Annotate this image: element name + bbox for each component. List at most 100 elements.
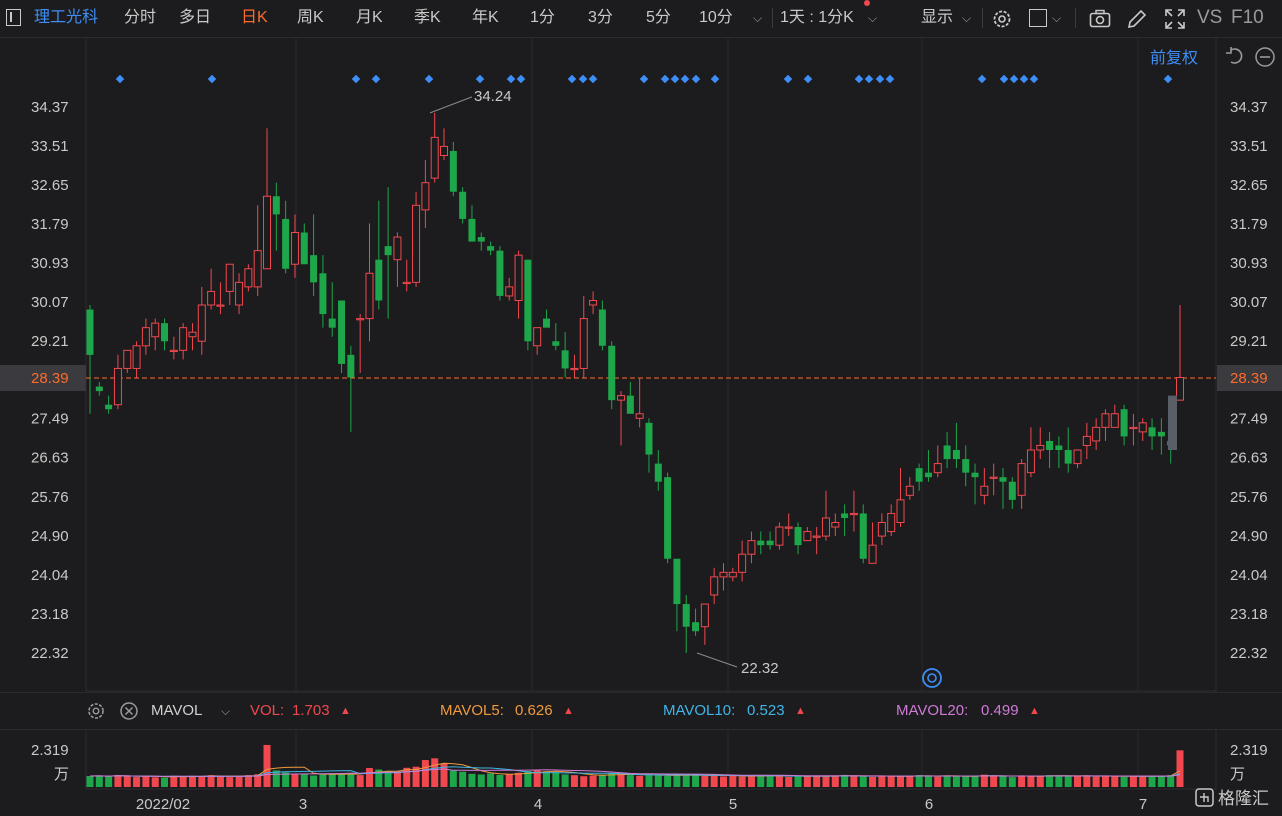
candle-body <box>505 286 514 297</box>
volume-bar <box>580 776 588 787</box>
event-marker-icon <box>516 74 526 84</box>
candle-body <box>794 527 802 546</box>
volume-bar <box>449 770 457 787</box>
period-chevron-icon[interactable]: ⌵ <box>868 0 877 37</box>
display-dropdown[interactable]: 显示 <box>921 0 953 37</box>
candle-body <box>440 145 449 156</box>
tab-rik[interactable]: 日K <box>241 0 268 37</box>
tab-fenshi[interactable]: 分时 <box>124 0 156 37</box>
mavol10-line <box>89 766 1181 777</box>
event-marker-icon <box>424 74 434 84</box>
stock-name[interactable]: 理工光科 <box>34 0 98 37</box>
event-marker-icon <box>783 74 793 84</box>
candle-body <box>849 512 858 516</box>
settings-gear-icon[interactable] <box>990 7 1014 36</box>
tab-niank[interactable]: 年K <box>472 0 499 37</box>
candle-body <box>1176 377 1184 401</box>
candle-body <box>347 354 355 378</box>
indicator-chevron-icon[interactable]: ⌵ <box>221 693 230 729</box>
tab-1min[interactable]: 1分 <box>530 0 555 37</box>
candle-body <box>682 604 690 627</box>
tab-3min[interactable]: 3分 <box>588 0 613 37</box>
tab-duori[interactable]: 多日 <box>179 0 211 37</box>
fullscreen-icon[interactable] <box>1163 7 1187 36</box>
volume-bar <box>496 774 504 787</box>
candle-body <box>1157 431 1165 437</box>
vs-compare-button[interactable]: VS <box>1197 0 1222 37</box>
candle-body <box>1148 427 1156 437</box>
tab-5min[interactable]: 5分 <box>646 0 671 37</box>
tab-10min[interactable]: 10分 <box>699 0 733 37</box>
event-marker-icon <box>115 74 125 84</box>
price-axis-label-left: 25.76 <box>31 489 69 506</box>
volume-bar <box>1157 776 1165 787</box>
volume-bar <box>952 776 960 787</box>
more-periods-chevron-icon[interactable]: ⌵ <box>753 0 762 37</box>
volume-bar <box>552 772 560 787</box>
candle-body <box>728 571 737 578</box>
indicator-name[interactable]: MAVOL <box>151 693 202 729</box>
volume-bar <box>589 775 597 787</box>
price-axis-label-right: 24.04 <box>1230 567 1268 584</box>
candle-body <box>105 404 113 410</box>
volume-chart[interactable]: 2.319 万 2.319 万 2022/02 3 4 5 6 7 格隆汇 <box>0 729 1282 816</box>
volume-bar <box>682 775 690 787</box>
candle-body <box>635 413 644 419</box>
candle-body <box>617 395 626 401</box>
volume-bar <box>1120 776 1128 787</box>
candle-body <box>1082 435 1091 446</box>
candle-body <box>812 535 821 538</box>
price-axis-label-right: 31.79 <box>1230 216 1268 233</box>
f10-button[interactable]: F10 <box>1231 0 1264 37</box>
volume-bar <box>393 772 401 787</box>
sidebar-toggle-icon[interactable] <box>6 9 21 26</box>
candle-body <box>225 263 234 292</box>
tab-yuek[interactable]: 月K <box>356 0 383 37</box>
candlestick-chart[interactable]: 34.37 34.37 33.51 33.51 32.65 32.65 31.79 31.79… <box>0 37 1282 692</box>
time-axis-label: 5 <box>729 796 737 813</box>
watermark-logo: 格隆汇 <box>1195 788 1269 809</box>
price-axis-label-right: 34.37 <box>1230 99 1268 116</box>
candle-body <box>263 195 272 270</box>
price-axis-label-left: 22.32 <box>31 645 69 662</box>
volume-bar <box>598 774 606 787</box>
pencil-icon[interactable] <box>1125 7 1149 36</box>
candle-body <box>1046 440 1054 451</box>
indicator-close-icon[interactable] <box>118 700 140 727</box>
volume-bar <box>636 775 644 787</box>
price-axis-label-right: 22.32 <box>1230 645 1268 662</box>
high-price-label: 34.24 <box>474 88 512 105</box>
price-axis-label-left: 27.49 <box>31 411 69 428</box>
volume-bar <box>664 776 672 787</box>
candle-body <box>570 367 579 371</box>
candle-body <box>169 349 178 353</box>
price-axis-label-right: 26.63 <box>1230 450 1268 467</box>
color-chevron-icon[interactable]: ⌵ <box>1052 0 1061 37</box>
candle-body <box>971 472 979 478</box>
candle-body <box>831 522 840 528</box>
volume-bar <box>757 774 765 787</box>
candle-body <box>496 250 504 296</box>
tab-zhouk[interactable]: 周K <box>297 0 324 37</box>
volume-bar <box>1018 775 1026 787</box>
price-axis-label-left: 31.79 <box>31 216 69 233</box>
candle-body <box>915 468 923 482</box>
price-axis-label-left: 24.90 <box>31 528 69 545</box>
chart-toolbar: 理工光科 分时 多日 日K 周K 月K 季K 年K 1分 3分 5分 10分 ⌵… <box>0 0 1282 38</box>
color-square-icon[interactable] <box>1029 9 1047 27</box>
period-select[interactable]: 1天 : 1分K <box>780 0 854 37</box>
mavol20-line <box>89 768 1181 777</box>
display-chevron-icon[interactable]: ⌵ <box>962 0 971 37</box>
current-price-label-right: 28.39 <box>1230 370 1268 387</box>
candle-body <box>459 191 467 219</box>
volume-bar <box>999 776 1007 787</box>
volume-bar <box>272 770 280 787</box>
price-axis-label-left: 30.93 <box>31 255 69 272</box>
mavol5-up-arrow-icon: ▲ <box>563 705 574 717</box>
indicator-settings-gear-icon[interactable] <box>85 700 107 727</box>
volume-bar <box>1083 775 1091 787</box>
camera-icon[interactable] <box>1088 7 1112 36</box>
volume-bar <box>487 773 495 787</box>
volume-bar <box>1046 775 1054 787</box>
tab-jik[interactable]: 季K <box>414 0 441 37</box>
